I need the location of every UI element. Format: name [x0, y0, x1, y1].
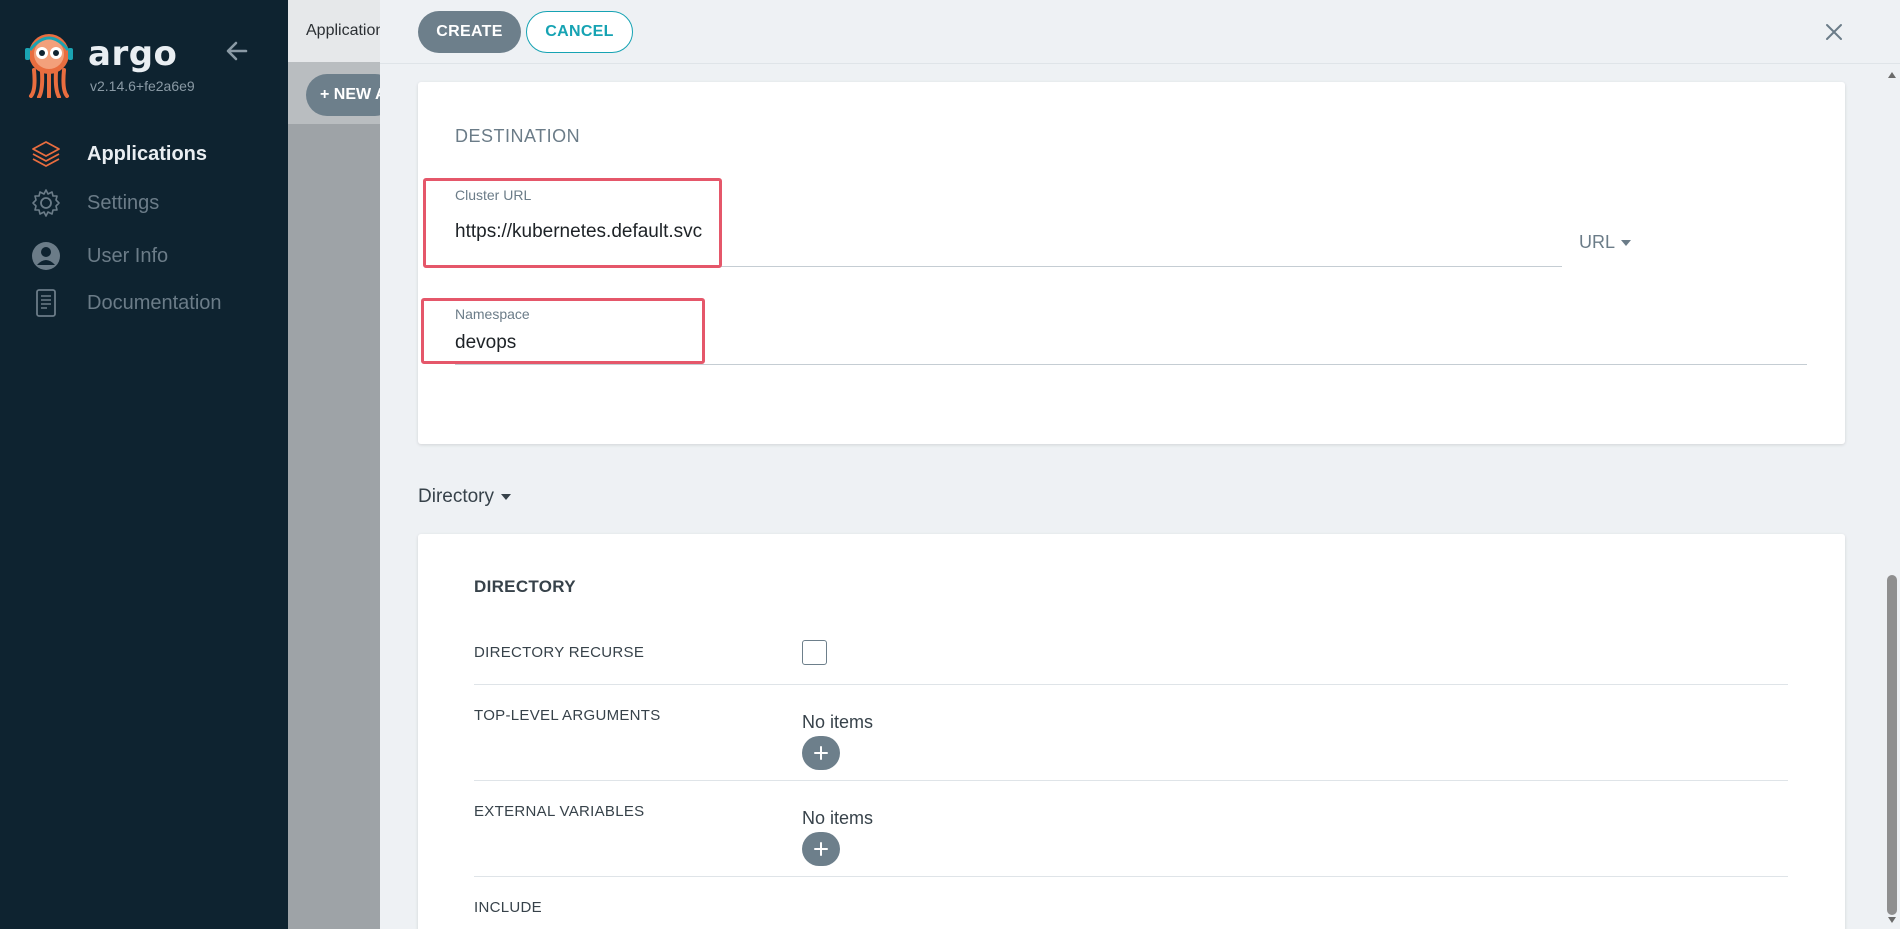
- source-type-label: Directory: [418, 486, 495, 507]
- page-title: Applications: [306, 22, 380, 39]
- url-type-dropdown[interactable]: URL: [1579, 232, 1633, 253]
- row-divider: [474, 780, 1788, 781]
- gear-icon: [30, 187, 62, 219]
- directory-card: DIRECTORY DIRECTORY RECURSE TOP-LEVEL AR…: [418, 534, 1845, 929]
- plus-icon: [814, 842, 828, 856]
- caret-down-icon: [1621, 239, 1632, 246]
- source-type-dropdown[interactable]: Directory: [418, 486, 513, 508]
- scroll-down-icon[interactable]: [1887, 915, 1897, 925]
- book-icon: [30, 287, 62, 319]
- sidebar-item-applications[interactable]: Applications: [30, 134, 207, 174]
- add-external-variable-button[interactable]: [802, 832, 840, 866]
- directory-recurse-label: DIRECTORY RECURSE: [474, 644, 645, 661]
- destination-card: DESTINATION Cluster URL https://kubernet…: [418, 82, 1845, 444]
- section-title: DIRECTORY: [474, 577, 576, 596]
- scrollbar-thumb[interactable]: [1887, 575, 1897, 915]
- create-application-panel: CREATE CANCEL DESTINATION Cluster URL ht…: [380, 0, 1900, 929]
- add-top-level-argument-button[interactable]: [802, 736, 840, 770]
- row-divider: [474, 876, 1788, 877]
- directory-recurse-checkbox[interactable]: [802, 640, 827, 665]
- layers-icon: [30, 138, 62, 170]
- sidebar-item-label: Settings: [87, 191, 160, 214]
- sidebar-item-user-info[interactable]: User Info: [30, 236, 168, 276]
- scroll-up-icon[interactable]: [1887, 70, 1897, 80]
- url-type-label: URL: [1579, 232, 1616, 252]
- top-level-arguments-label: TOP-LEVEL ARGUMENTS: [474, 707, 661, 724]
- namespace-underline: [455, 364, 1807, 365]
- namespace-highlight: [421, 298, 705, 364]
- applications-page-background: Applications + NEW APP: [288, 0, 396, 929]
- user-icon: [30, 240, 62, 272]
- page-header: Applications: [288, 0, 380, 62]
- external-variables-empty: No items: [802, 808, 874, 828]
- sidebar: argo v2.14.6+fe2a6e9 Applications Settin…: [0, 0, 288, 929]
- panel-header: CREATE CANCEL: [380, 0, 1900, 64]
- version-label: v2.14.6+fe2a6e9: [90, 78, 195, 94]
- row-divider: [474, 684, 1788, 685]
- top-level-arguments-empty: No items: [802, 712, 874, 732]
- external-variables-label: EXTERNAL VARIABLES: [474, 803, 645, 820]
- plus-icon: [814, 746, 828, 760]
- caret-down-icon: [501, 494, 512, 500]
- section-title: DESTINATION: [455, 126, 581, 146]
- brand-name: argo: [88, 34, 178, 74]
- cancel-button[interactable]: CANCEL: [526, 11, 633, 53]
- sidebar-item-label: Documentation: [87, 291, 222, 314]
- create-button[interactable]: CREATE: [418, 11, 521, 53]
- close-icon[interactable]: [1820, 18, 1848, 46]
- argo-logo-icon: [25, 34, 73, 98]
- sidebar-item-label: User Info: [87, 244, 169, 267]
- sidebar-item-label: Applications: [87, 142, 208, 165]
- collapse-sidebar-icon[interactable]: [222, 36, 252, 66]
- cluster-url-highlight: [423, 178, 722, 268]
- panel-scrollbar[interactable]: [1884, 64, 1900, 929]
- sidebar-item-documentation[interactable]: Documentation: [30, 283, 222, 323]
- sidebar-item-settings[interactable]: Settings: [30, 183, 159, 223]
- include-label: INCLUDE: [474, 899, 542, 916]
